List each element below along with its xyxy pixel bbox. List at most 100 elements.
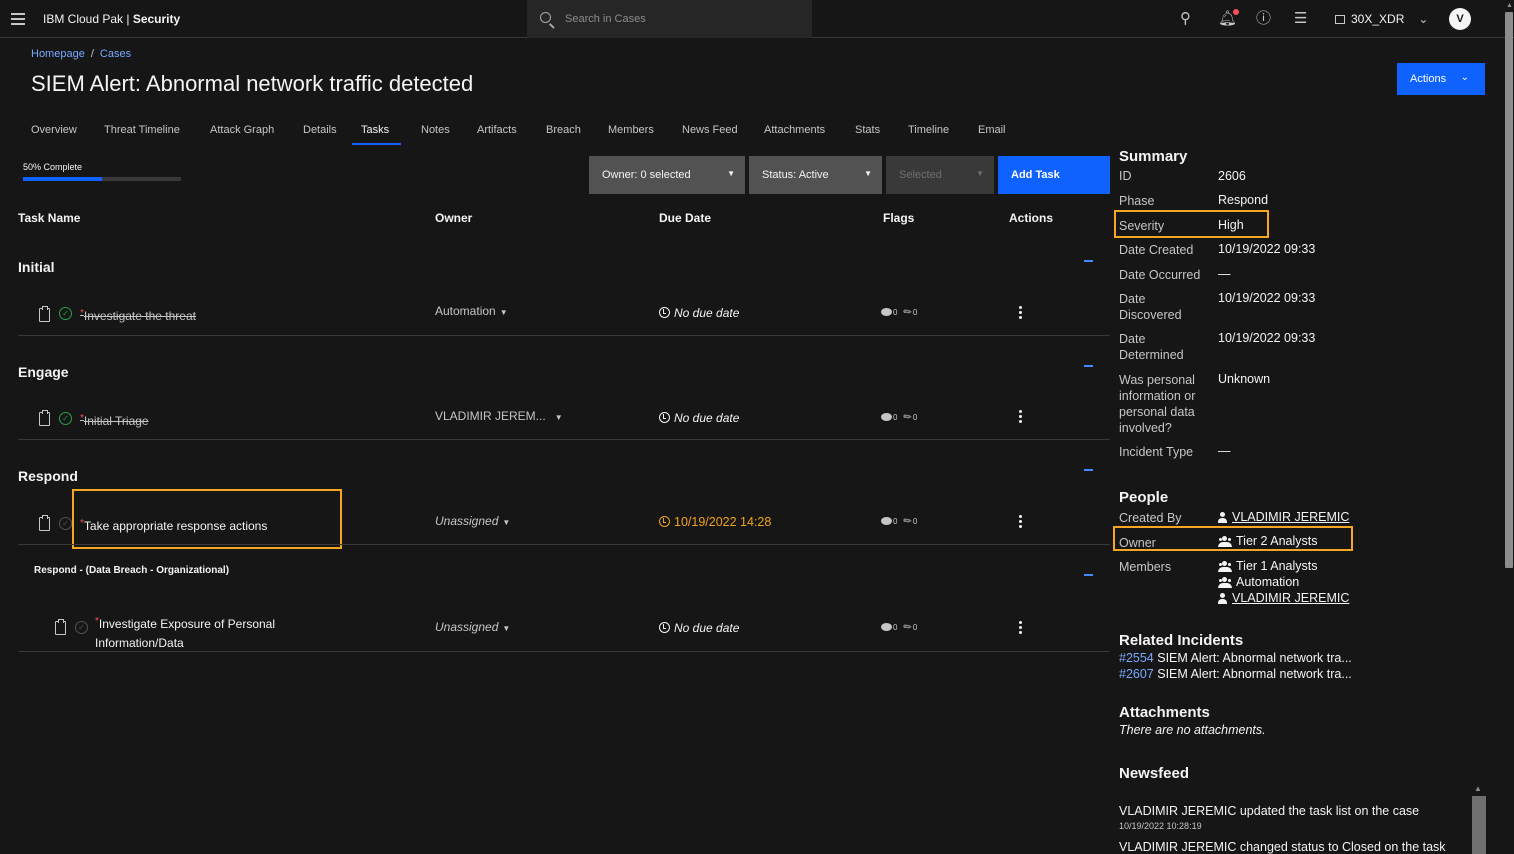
summary-id-label: ID	[1119, 169, 1132, 183]
collapse-icon[interactable]	[1084, 260, 1093, 262]
incomplete-check-icon[interactable]: ✓	[59, 517, 72, 530]
completed-check-icon[interactable]: ✓	[59, 307, 72, 320]
row-divider	[18, 544, 1110, 545]
clock-icon	[659, 307, 670, 318]
task-due-date[interactable]: 10/19/2022 14:28	[659, 515, 771, 529]
task-owner[interactable]: VLADIMIR JEREM... ▼	[435, 409, 563, 423]
selected-dropdown[interactable]: Selected ▼	[886, 156, 994, 194]
tab-artifacts[interactable]: Artifacts	[477, 118, 517, 145]
highlight-box	[1113, 526, 1353, 551]
tab-overview[interactable]: Overview	[31, 118, 77, 145]
newsfeed-item: VLADIMIR JEREMIC changed status to Close…	[1119, 840, 1446, 854]
page-scrollbar[interactable]	[1505, 12, 1513, 568]
tab-attack-graph[interactable]: Attack Graph	[210, 118, 274, 145]
group-icon	[1218, 561, 1232, 572]
people-members-label: Members	[1119, 560, 1172, 574]
incomplete-check-icon[interactable]: ✓	[75, 621, 88, 634]
task-name[interactable]: *Investigate Exposure of Personal Informa…	[95, 612, 275, 653]
related-incidents-heading: Related Incidents	[1119, 632, 1244, 649]
pin-icon[interactable]: ⚲	[1180, 10, 1191, 28]
attachments-empty: There are no attachments.	[1119, 723, 1266, 737]
clipboard-icon[interactable]	[55, 619, 66, 635]
account-switcher[interactable]: 30X_XDR ⌄	[1335, 12, 1428, 26]
clipboard-icon[interactable]	[39, 515, 50, 531]
page-title: SIEM Alert: Abnormal network traffic det…	[31, 71, 474, 96]
scroll-up-icon[interactable]: ▲	[1506, 2, 1513, 9]
caret-down-icon: ▼	[554, 413, 563, 422]
help-icon[interactable]: ⓘ	[1256, 10, 1271, 28]
tab-attachments[interactable]: Attachments	[764, 118, 825, 145]
list-icon[interactable]: ☰	[1294, 10, 1307, 28]
clipboard-icon[interactable]	[39, 410, 50, 426]
tab-tasks[interactable]: Tasks	[352, 118, 402, 145]
brand-name: IBM Cloud Pak | Security	[43, 12, 181, 26]
tab-members[interactable]: Members	[608, 118, 654, 145]
summary-occurred: —	[1218, 267, 1231, 281]
attachments-heading: Attachments	[1119, 704, 1210, 721]
people-created-by[interactable]: VLADIMIR JEREMIC	[1218, 509, 1349, 525]
col-task-name[interactable]: Task Name	[18, 211, 80, 225]
newsfeed-scrollbar[interactable]	[1472, 796, 1486, 854]
summary-determined: 10/19/2022 09:33	[1218, 331, 1316, 345]
clipboard-icon[interactable]	[39, 306, 50, 322]
col-flags: Flags	[883, 211, 915, 225]
actions-button[interactable]: Actions ⌄	[1397, 63, 1485, 95]
overflow-menu-icon[interactable]	[1019, 306, 1022, 321]
breadcrumb-home[interactable]: Homepage	[31, 48, 85, 60]
comment-icon	[881, 308, 892, 316]
col-owner[interactable]: Owner	[435, 211, 472, 225]
summary-personal-label: Was personal information or personal dat…	[1119, 373, 1196, 435]
related-incident-link[interactable]: #2554	[1119, 651, 1154, 665]
task-owner[interactable]: Unassigned ▼	[435, 514, 510, 528]
collapse-icon[interactable]	[1084, 365, 1093, 367]
task-due-date[interactable]: No due date	[659, 306, 739, 320]
summary-discovered-label: Date Discovered	[1119, 292, 1182, 322]
avatar[interactable]: V	[1449, 8, 1471, 30]
tab-notes[interactable]: Notes	[421, 118, 450, 145]
overflow-menu-icon[interactable]	[1019, 410, 1022, 425]
summary-occurred-label: Date Occurred	[1119, 268, 1201, 282]
clock-icon	[659, 412, 670, 423]
tab-email[interactable]: Email	[978, 118, 1006, 145]
task-flags: 0 ✎0	[881, 306, 917, 319]
caret-down-icon: ▼	[502, 518, 511, 527]
status-filter[interactable]: Status: Active ▼	[749, 156, 882, 194]
overflow-menu-icon[interactable]	[1019, 515, 1022, 530]
task-name[interactable]: *Initial Triage	[80, 413, 149, 428]
scroll-up-icon[interactable]: ▲	[1474, 784, 1482, 793]
tab-timeline[interactable]: Timeline	[908, 118, 949, 145]
collapse-icon[interactable]	[1084, 469, 1093, 471]
completed-check-icon[interactable]: ✓	[59, 412, 72, 425]
tab-breach[interactable]: Breach	[546, 118, 581, 145]
account-icon	[1335, 15, 1345, 24]
people-heading: People	[1119, 489, 1169, 506]
task-flags: 0 ✎0	[881, 621, 917, 634]
breadcrumb-cases[interactable]: Cases	[100, 48, 131, 60]
menu-icon[interactable]	[11, 13, 25, 25]
progress-label: 50% Complete	[23, 162, 83, 172]
member-item: Automation	[1218, 574, 1299, 590]
add-task-button[interactable]: Add Task	[998, 156, 1110, 194]
search-box[interactable]	[527, 0, 812, 38]
task-owner[interactable]: Unassigned ▼	[435, 620, 510, 634]
col-due-date[interactable]: Due Date	[659, 211, 711, 225]
overflow-menu-icon[interactable]	[1019, 621, 1022, 636]
tab-details[interactable]: Details	[303, 118, 337, 145]
task-due-date[interactable]: No due date	[659, 621, 739, 635]
tab-stats[interactable]: Stats	[855, 118, 880, 145]
tab-threat-timeline[interactable]: Threat Timeline	[104, 118, 180, 145]
summary-id: 2606	[1218, 169, 1246, 183]
related-incident: #2607 SIEM Alert: Abnormal network tra..…	[1119, 667, 1352, 681]
clock-icon	[659, 622, 670, 633]
collapse-icon[interactable]	[1084, 574, 1093, 576]
owner-filter[interactable]: Owner: 0 selected ▼	[589, 156, 745, 194]
progress-fill	[23, 177, 102, 181]
tab-news-feed[interactable]: News Feed	[682, 118, 738, 145]
task-name[interactable]: *Investigate the threat	[80, 308, 196, 323]
related-incident-link[interactable]: #2607	[1119, 667, 1154, 681]
member-item[interactable]: VLADIMIR JEREMIC	[1218, 590, 1349, 606]
task-owner[interactable]: Automation ▼	[435, 304, 508, 318]
chevron-down-icon: ⌄	[1418, 12, 1429, 26]
search-input[interactable]	[565, 10, 795, 28]
task-due-date[interactable]: No due date	[659, 411, 739, 425]
